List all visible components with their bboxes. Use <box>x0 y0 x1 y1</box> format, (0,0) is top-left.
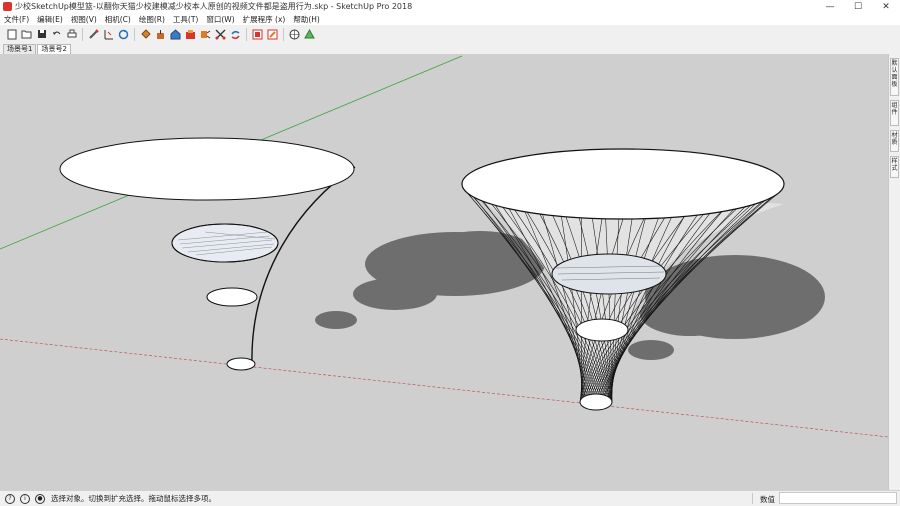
menu-file[interactable]: 文件(F) <box>0 14 33 25</box>
left-base-disc <box>226 357 256 371</box>
scene-canvas[interactable] <box>0 54 888 490</box>
maximize-button[interactable]: ☐ <box>844 0 872 13</box>
toolbar-separator <box>134 27 135 41</box>
toolbar <box>0 25 900 43</box>
menu-window[interactable]: 窗口(W) <box>202 14 238 25</box>
tray-tab-styles[interactable]: 样式 <box>890 156 899 178</box>
pencil-icon[interactable] <box>88 28 100 40</box>
orange-box-icon[interactable] <box>267 28 279 40</box>
paint-bucket-icon[interactable] <box>140 28 152 40</box>
layers-icon[interactable] <box>289 28 301 40</box>
tray-tab-default[interactable]: 默认面板 <box>890 58 899 96</box>
sketchup-app-icon <box>3 2 12 11</box>
menu-edit[interactable]: 编辑(E) <box>33 14 67 25</box>
red-box-icon[interactable] <box>252 28 264 40</box>
red-axis <box>0 338 888 438</box>
window-controls: — ☐ ✕ <box>816 0 900 13</box>
menu-tools[interactable]: 工具(T) <box>169 14 202 25</box>
measurements-input[interactable] <box>779 492 897 504</box>
menu-draw[interactable]: 绘图(R) <box>135 14 169 25</box>
credits-icon[interactable]: i <box>20 493 30 504</box>
menu-view[interactable]: 视图(V) <box>67 14 101 25</box>
toolbar-separator <box>283 27 284 41</box>
left-top-disc <box>59 137 355 201</box>
geolocation-icon[interactable]: ? <box>5 493 15 504</box>
close-button[interactable]: ✕ <box>872 0 900 13</box>
scissors-icon[interactable] <box>215 28 227 40</box>
new-file-icon[interactable] <box>6 28 18 40</box>
funnel-base-ring <box>579 393 613 411</box>
menu-bar: 文件(F) 编辑(E) 视图(V) 相机(C) 绘图(R) 工具(T) 窗口(W… <box>0 13 900 25</box>
rotate-icon[interactable] <box>118 28 130 40</box>
undo-icon[interactable] <box>51 28 63 40</box>
left-model <box>59 137 356 371</box>
dimension-icon[interactable] <box>103 28 115 40</box>
extension-icon[interactable] <box>185 28 197 40</box>
status-bar: ? i ● 选择对象。切换到扩充选择。拖动鼠标选择多项。 数值 <box>0 490 900 506</box>
title-bar: 少校SketchUp模型篮-以翻你天猫少校建模减少校本人原创的视频文件都是盗用行… <box>0 0 900 13</box>
funnel-top-disc <box>461 148 785 220</box>
open-file-icon[interactable] <box>21 28 33 40</box>
paste-icon[interactable] <box>230 28 242 40</box>
default-tray: 默认面板 组件 材质 样式 <box>888 54 900 490</box>
left-small-disc <box>206 287 258 307</box>
menu-camera[interactable]: 相机(C) <box>101 14 135 25</box>
funnel-lower-ring <box>575 318 629 342</box>
tray-tab-components[interactable]: 组件 <box>890 100 899 126</box>
cut-icon[interactable] <box>200 28 212 40</box>
toolbar-separator <box>82 27 83 41</box>
warehouse-icon[interactable] <box>170 28 182 40</box>
minimize-button[interactable]: — <box>816 0 844 13</box>
status-separator <box>752 493 753 504</box>
tray-tab-materials[interactable]: 材质 <box>890 130 899 152</box>
scene-tab-1[interactable]: 场景号1 <box>3 44 37 54</box>
toolbar-separator <box>246 27 247 41</box>
model-viewport[interactable] <box>0 54 888 490</box>
menu-extensions[interactable]: 扩展程序 (x) <box>239 14 290 25</box>
scene-tabs: 场景号1 场景号2 <box>0 43 900 54</box>
recycle-icon[interactable] <box>304 28 316 40</box>
window-title: 少校SketchUp模型篮-以翻你天猫少校建模减少校本人原创的视频文件都是盗用行… <box>15 2 413 11</box>
user-icon[interactable]: ● <box>35 493 45 504</box>
print-icon[interactable] <box>66 28 78 40</box>
status-message: 选择对象。切换到扩充选择。拖动鼠标选择多项。 <box>51 494 216 503</box>
save-icon[interactable] <box>36 28 48 40</box>
scene-tab-2[interactable]: 场景号2 <box>37 44 71 54</box>
measurements-label: 数值 <box>760 495 775 504</box>
menu-help[interactable]: 帮助(H) <box>289 14 324 25</box>
push-pull-icon[interactable] <box>155 28 167 40</box>
